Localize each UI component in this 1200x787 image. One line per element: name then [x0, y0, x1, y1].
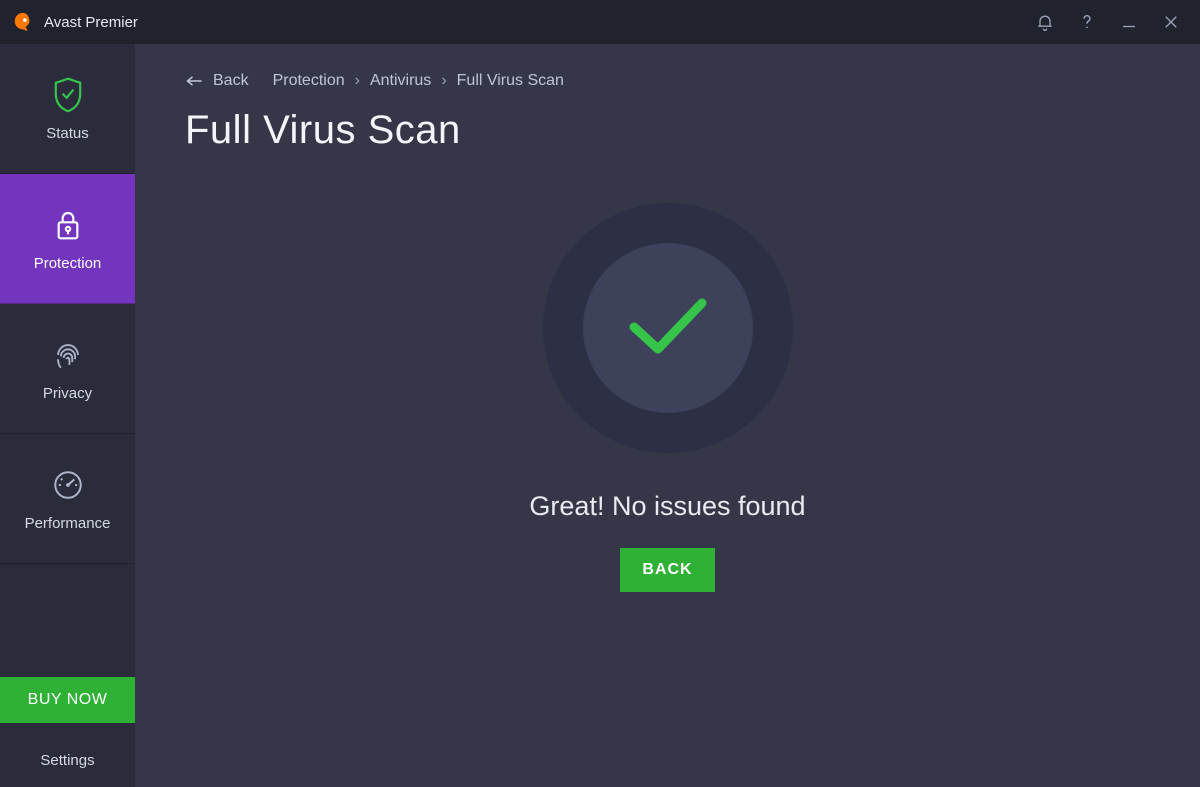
- breadcrumb-antivirus[interactable]: Antivirus: [370, 72, 431, 90]
- sidebar-item-protection[interactable]: Protection: [0, 174, 135, 304]
- buy-now-button[interactable]: BUY NOW: [0, 677, 135, 723]
- minimize-icon[interactable]: [1108, 0, 1150, 44]
- back-button[interactable]: BACK: [620, 548, 714, 592]
- sidebar-item-status[interactable]: Status: [0, 44, 135, 174]
- close-icon[interactable]: [1150, 0, 1192, 44]
- lock-icon: [52, 205, 84, 245]
- breadcrumb-protection[interactable]: Protection: [273, 72, 345, 90]
- chevron-right-icon: ›: [441, 72, 446, 90]
- gauge-icon: [51, 465, 85, 505]
- breadcrumb: Back Protection › Antivirus › Full Virus…: [185, 72, 1150, 90]
- notifications-icon[interactable]: [1024, 0, 1066, 44]
- breadcrumb-back[interactable]: Back: [213, 72, 249, 90]
- chevron-right-icon: ›: [355, 72, 360, 90]
- fingerprint-icon: [51, 335, 85, 375]
- sidebar-item-privacy[interactable]: Privacy: [0, 304, 135, 434]
- sidebar-item-performance[interactable]: Performance: [0, 434, 135, 564]
- sidebar-item-label: Protection: [34, 255, 102, 272]
- scan-result-area: Great! No issues found BACK: [185, 153, 1150, 757]
- sidebar-item-label: Privacy: [43, 385, 92, 402]
- help-icon[interactable]: [1066, 0, 1108, 44]
- sidebar-item-label: Status: [46, 125, 89, 142]
- app-title: Avast Premier: [44, 14, 138, 31]
- titlebar: Avast Premier: [0, 0, 1200, 44]
- shield-check-icon: [51, 75, 85, 115]
- sidebar-item-label: Performance: [25, 515, 111, 532]
- checkmark-icon: [622, 291, 714, 366]
- sidebar: Status Protection: [0, 44, 135, 787]
- page-title: Full Virus Scan: [185, 108, 1150, 153]
- result-circle-inner: [583, 243, 753, 413]
- main-content: Back Protection › Antivirus › Full Virus…: [135, 44, 1200, 787]
- settings-link[interactable]: Settings: [0, 733, 135, 787]
- avast-logo-icon: [12, 11, 34, 33]
- result-text: Great! No issues found: [529, 491, 805, 522]
- result-circle: [543, 203, 793, 453]
- back-arrow-icon[interactable]: [185, 73, 205, 89]
- breadcrumb-full-virus-scan[interactable]: Full Virus Scan: [457, 72, 564, 90]
